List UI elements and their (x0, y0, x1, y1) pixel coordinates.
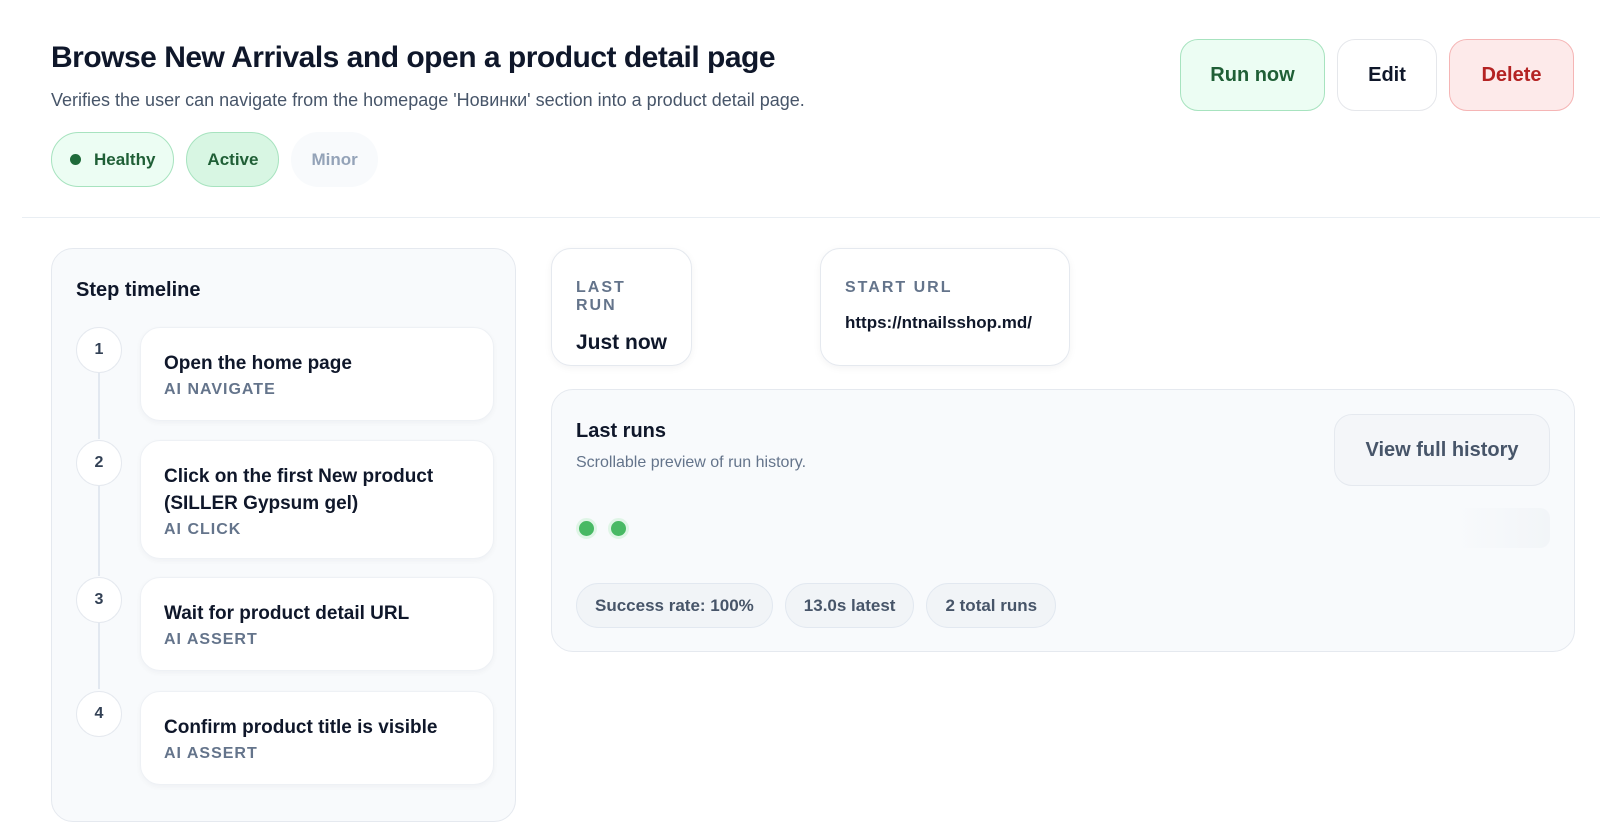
step-type: AI ASSERT (164, 745, 258, 762)
delete-button[interactable]: Delete (1449, 39, 1574, 111)
severity-badge: Minor (291, 132, 378, 187)
step-number: 3 (76, 577, 122, 623)
run-stats-chips: Success rate: 100% 13.0s latest 2 total … (576, 583, 1057, 628)
health-badge-label: Healthy (94, 149, 156, 169)
latest-duration-chip: 13.0s latest (784, 583, 915, 628)
step-card[interactable]: Wait for product detail URL AI ASSERT (140, 577, 494, 671)
step-type: AI ASSERT (164, 631, 258, 648)
step-timeline-card: Step timeline 1 Open the home page AI NA… (51, 248, 516, 822)
last-runs-card: Last runs Scrollable preview of run hist… (551, 389, 1575, 652)
page-subtitle: Verifies the user can navigate from the … (51, 90, 805, 110)
header-divider (22, 217, 1600, 218)
step-number: 2 (76, 440, 122, 486)
step-type: AI NAVIGATE (164, 381, 276, 398)
page-title: Browse New Arrivals and open a product d… (51, 41, 776, 74)
step-number: 4 (76, 691, 122, 737)
last-run-label: LAST RUN (576, 279, 626, 314)
step-text: Click on the first New product (SILLER G… (164, 466, 434, 514)
run-pass-indicator[interactable] (576, 517, 597, 539)
step-timeline-title: Step timeline (76, 279, 201, 301)
start-url-value[interactable]: https://ntnailsshop.md/ (845, 313, 1045, 333)
step-card[interactable]: Click on the first New product (SILLER G… (140, 440, 494, 559)
last-runs-subtitle: Scrollable preview of run history. (576, 454, 807, 471)
view-full-history-button[interactable]: View full history (1334, 414, 1550, 486)
step-type: AI CLICK (164, 521, 242, 538)
run-now-button[interactable]: Run now (1180, 39, 1325, 111)
edit-button[interactable]: Edit (1337, 39, 1437, 111)
total-runs-chip: 2 total runs (926, 583, 1057, 628)
step-card[interactable]: Open the home page AI NAVIGATE (140, 327, 494, 421)
active-badge: Active (186, 132, 280, 187)
start-url-label: START URL (845, 279, 953, 296)
timeline-connector (98, 484, 100, 576)
timeline-connector (98, 621, 100, 689)
header-actions: Run now Edit Delete (1180, 39, 1574, 111)
last-runs-title: Last runs (576, 420, 667, 442)
success-rate-chip: Success rate: 100% (576, 583, 773, 628)
status-badges: Healthy Active Minor (51, 132, 1151, 187)
timeline-connector (98, 371, 100, 439)
health-badge: Healthy (51, 132, 175, 187)
step-number: 1 (76, 327, 122, 373)
step-text: Open the home page (164, 353, 352, 374)
step-card[interactable]: Confirm product title is visible AI ASSE… (140, 691, 494, 785)
run-pass-indicator[interactable] (608, 517, 629, 539)
start-url-card: START URL https://ntnailsshop.md/ (820, 248, 1070, 366)
health-dot-icon (70, 154, 81, 165)
step-text: Wait for product detail URL (164, 603, 410, 624)
run-history-strip[interactable] (576, 508, 1550, 548)
test-header: Browse New Arrivals and open a product d… (51, 38, 1151, 187)
last-run-value: Just now (576, 331, 668, 354)
last-run-card: LAST RUN Just now (551, 248, 692, 366)
step-text: Confirm product title is visible (164, 717, 438, 738)
